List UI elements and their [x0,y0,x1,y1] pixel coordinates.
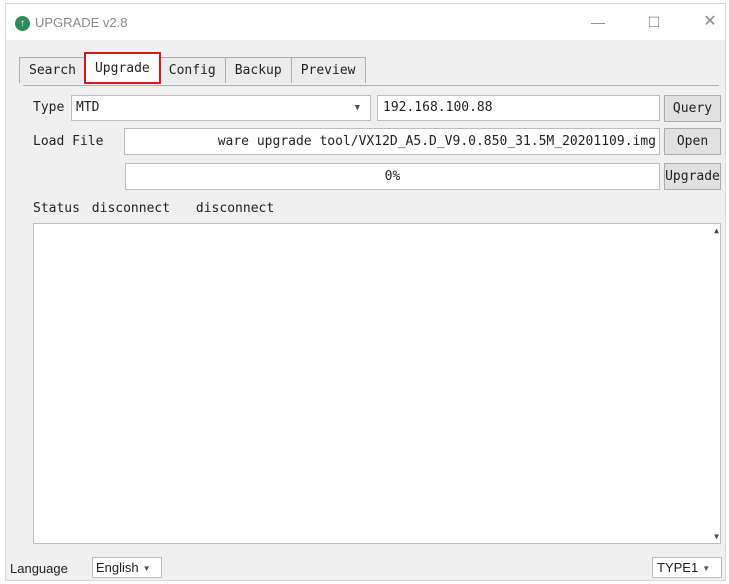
type-combo-select[interactable]: TYPE1 ▼ [652,557,722,578]
tab-config[interactable]: Config [158,57,226,83]
scroll-up-arrow-icon[interactable]: ▲ [714,226,719,235]
language-select[interactable]: English ▼ [92,557,162,578]
progress-text: 0% [384,169,401,184]
file-path-value: ware upgrade tool/VX12D_A5.D_V9.0.850_31… [217,134,656,149]
type-label: Type [33,100,65,115]
status-row: Status disconnect disconnect [33,201,278,216]
status-value-secondary: disconnect [195,201,275,216]
close-button[interactable]: ✕ [694,10,726,34]
title-bar: ↑ UPGRADE v2.8 — ☐ ✕ [6,4,725,40]
chevron-down-icon: ▼ [702,564,711,573]
status-label: Status [33,201,80,216]
query-button[interactable]: Query [664,95,721,122]
tab-search[interactable]: Search [19,57,86,83]
app-window: ↑ UPGRADE v2.8 — ☐ ✕ Search Upgrade Conf… [5,3,726,581]
open-button[interactable]: Open [664,128,721,155]
upgrade-panel: Type MTD ▼ 192.168.100.88 Query Load Fil… [23,85,721,547]
minimize-button[interactable]: — [582,10,614,34]
language-select-value: English [96,560,139,575]
ip-address-input[interactable]: 192.168.100.88 [377,95,660,121]
chevron-down-icon: ▼ [142,564,151,573]
load-file-label: Load File [33,134,104,149]
type-select[interactable]: MTD ▼ [71,95,371,121]
tab-upgrade[interactable]: Upgrade [83,52,161,84]
maximize-button[interactable]: ☐ [638,10,670,34]
upgrade-button[interactable]: Upgrade [664,163,721,190]
window-title: UPGRADE v2.8 [35,15,128,30]
type-combo-value: TYPE1 [657,560,699,575]
scroll-down-arrow-icon[interactable]: ▼ [714,532,719,541]
chevron-down-icon: ▼ [354,103,360,113]
status-value-primary: disconnect [91,201,171,216]
upgrade-arrow-icon: ↑ [15,16,30,31]
tab-strip: Search Upgrade Config Backup Preview [19,52,366,84]
file-path-input[interactable]: ware upgrade tool/VX12D_A5.D_V9.0.850_31… [124,128,660,155]
tab-preview[interactable]: Preview [290,57,366,83]
language-label: Language [10,561,68,576]
tab-backup[interactable]: Backup [224,57,292,83]
progress-bar: 0% [125,163,660,190]
log-textarea[interactable]: ▲ ▼ [33,223,721,544]
bottom-bar: Language English ▼ TYPE1 ▼ [6,552,725,580]
type-select-value: MTD [76,100,100,115]
